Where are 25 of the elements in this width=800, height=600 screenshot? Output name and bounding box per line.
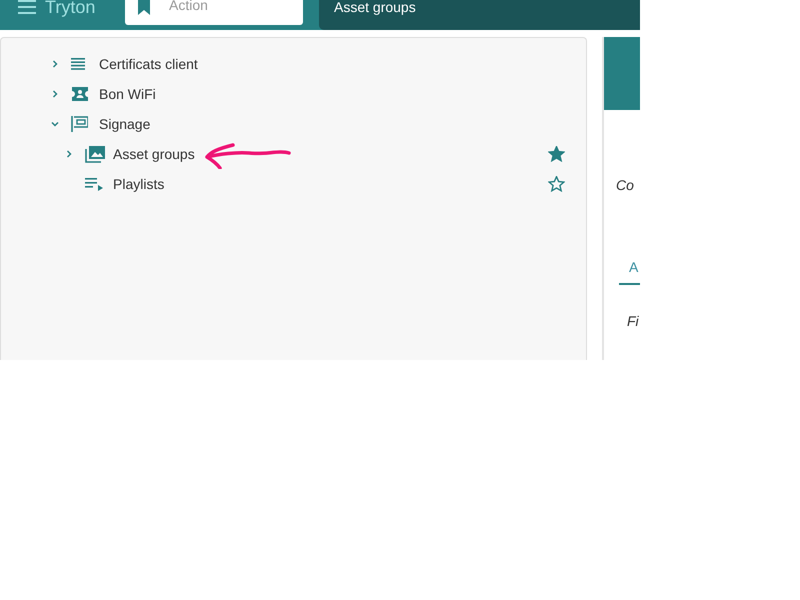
signage-icon bbox=[71, 116, 88, 132]
image-folder-icon bbox=[85, 146, 105, 162]
field-label: Co bbox=[616, 177, 634, 193]
chevron-right-icon[interactable] bbox=[51, 60, 59, 68]
menu-item[interactable]: Certificats client bbox=[99, 56, 198, 72]
playlist-icon bbox=[85, 178, 103, 190]
action-input[interactable]: Action bbox=[161, 0, 289, 13]
menu-item[interactable]: Bon WiFi bbox=[99, 86, 156, 102]
action-field[interactable]: Action bbox=[125, 0, 303, 25]
chevron-right-icon[interactable] bbox=[51, 90, 59, 98]
bookmark-icon bbox=[137, 0, 151, 15]
menu-item[interactable]: Playlists bbox=[113, 176, 164, 192]
tab-title[interactable]: Asset groups bbox=[319, 0, 416, 14]
menu-item[interactable]: Asset groups bbox=[113, 146, 195, 162]
chevron-right-icon[interactable] bbox=[65, 150, 73, 158]
id-card-icon bbox=[71, 87, 89, 101]
field-label: Fi bbox=[627, 313, 639, 329]
chevron-down-icon[interactable] bbox=[51, 120, 59, 128]
filled-star-icon[interactable] bbox=[548, 146, 565, 162]
menu-item[interactable]: Signage bbox=[99, 116, 150, 132]
app-title: Tryton bbox=[45, 0, 96, 18]
menu-icon[interactable] bbox=[18, 0, 36, 14]
outline-star-icon[interactable] bbox=[548, 176, 565, 192]
form-tab[interactable]: A bbox=[619, 257, 640, 285]
list-icon bbox=[71, 58, 85, 70]
